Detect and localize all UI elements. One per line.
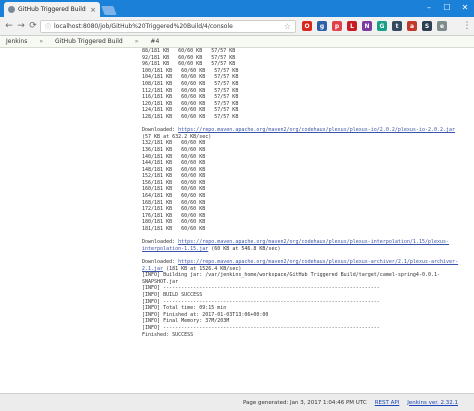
window-titlebar: GitHub Triggered Build #4 × – ☐ ✕ [0, 0, 474, 17]
onenote-icon[interactable]: N [362, 21, 372, 31]
console-output: 88/181 KB 60/60 KB 57/57 KB 92/181 KB 60/… [142, 48, 472, 388]
console-line: 160/181 KB 60/60 KB [142, 186, 206, 193]
tab-title: GitHub Triggered Build #4 [18, 6, 88, 13]
page-footer: Page generated: Jan 3, 2017 1:04:46 PM U… [0, 393, 474, 411]
artifact-link[interactable]: https://repo.maven.apache.org/maven2/org… [178, 259, 458, 265]
ghostery-icon[interactable]: g [317, 21, 327, 31]
breadcrumb-job[interactable]: GitHub Triggered Build [55, 38, 123, 45]
console-line: interpolation-1.15.jar (60 KB at 546.8 K… [142, 246, 472, 253]
console-text: (181 KB at 1526.4 KB/sec) [163, 265, 242, 272]
adblock-icon[interactable]: a [407, 21, 417, 31]
grammarly-icon[interactable]: G [377, 21, 387, 31]
breadcrumb-build[interactable]: #4 [150, 38, 159, 45]
lastpass-icon[interactable]: L [347, 21, 357, 31]
console-line: 116/181 KB 60/60 KB 57/57 KB [142, 94, 239, 101]
console-line: 100/181 KB 60/60 KB 57/57 KB [142, 67, 239, 74]
breadcrumb-separator: » [39, 38, 44, 45]
breadcrumb-jenkins[interactable]: Jenkins [6, 38, 27, 45]
console-line: 156/181 KB 60/60 KB [142, 179, 206, 186]
breadcrumb-separator: » [134, 38, 139, 45]
console-text: (60 KB at 546.8 KB/sec) [208, 245, 281, 252]
console-line: [INFO] ---------------------------------… [142, 324, 380, 331]
console-line: [INFO] Total time: 09:15 min [142, 305, 227, 312]
page-generated-text: Page generated: Jan 3, 2017 1:04:46 PM U… [242, 399, 367, 406]
console-line: 172/181 KB 60/60 KB [142, 206, 206, 213]
console-line: 112/181 KB 60/60 KB 57/57 KB [142, 87, 239, 94]
console-line: 132/181 KB 60/60 KB [142, 140, 206, 147]
console-line: 124/181 KB 60/60 KB 57/57 KB [142, 107, 239, 114]
console-line: 120/181 KB 60/60 KB 57/57 KB [142, 100, 239, 107]
maximize-button[interactable]: ☐ [438, 0, 456, 14]
jenkins-favicon-icon [8, 6, 15, 13]
console-line: [INFO] Building jar: /var/jenkins_home/w… [142, 272, 441, 279]
console-line: 180/181 KB 60/60 KB [142, 219, 206, 226]
console-line: 136/181 KB 60/60 KB [142, 146, 206, 153]
console-line: Downloaded: https://repo.maven.apache.or… [142, 239, 472, 246]
minimize-button[interactable]: – [420, 0, 438, 14]
console-line: [INFO] Finished at: 2017-01-03T13:06+00:… [142, 311, 269, 318]
reload-button[interactable]: ⟳ [27, 20, 39, 32]
console-text: Downloaded: [142, 259, 179, 265]
breadcrumb: Jenkins » GitHub Triggered Build » #4 [0, 36, 474, 48]
console-line: Downloaded: https://repo.maven.apache.or… [142, 259, 472, 266]
bookmark-star-icon[interactable]: ☆ [284, 22, 291, 31]
console-line: 152/181 KB 60/60 KB [142, 173, 206, 180]
console-line: 164/181 KB 60/60 KB [142, 193, 206, 200]
console-line: 92/181 KB 60/60 KB 57/57 KB [142, 54, 236, 61]
console-text: Downloaded: [142, 239, 179, 246]
console-line: 140/181 KB 60/60 KB [142, 153, 206, 160]
shield-icon[interactable]: S [422, 21, 432, 31]
console-line: 108/181 KB 60/60 KB 57/57 KB [142, 80, 239, 87]
console-line: Finished: SUCCESS [142, 331, 194, 338]
console-line: 168/181 KB 60/60 KB [142, 199, 206, 206]
console-line: SNAPSHOT.jar [142, 278, 179, 285]
console-text: Downloaded: [142, 127, 179, 134]
artifact-link[interactable]: https://repo.maven.apache.org/maven2/org… [178, 127, 455, 133]
new-tab-button[interactable] [101, 6, 117, 15]
console-line: 148/181 KB 60/60 KB [142, 166, 206, 173]
console-line: 128/181 KB 60/60 KB 57/57 KB [142, 113, 239, 120]
console-line: [INFO] ---------------------------------… [142, 298, 380, 305]
console-line: 181/181 KB 60/60 KB [142, 226, 206, 233]
console-line: 104/181 KB 60/60 KB 57/57 KB [142, 74, 239, 81]
browser-tab[interactable]: GitHub Triggered Build #4 × [4, 2, 100, 17]
tab-close-icon[interactable]: × [90, 6, 96, 14]
browser-menu-button[interactable]: ⋮ [461, 20, 473, 32]
back-button[interactable]: ← [3, 20, 15, 32]
console-line: [INFO] Final Memory: 37M/203M [142, 318, 230, 325]
address-bar[interactable]: ⓘ localhost:8080/job/GitHub%20Triggered%… [40, 20, 296, 33]
close-window-button[interactable]: ✕ [456, 0, 474, 14]
console-line: 144/181 KB 60/60 KB [142, 160, 206, 167]
tab-icon[interactable]: t [392, 21, 402, 31]
address-url[interactable]: localhost:8080/job/GitHub%20Triggered%20… [54, 23, 284, 30]
console-line: 2.1.jar (181 KB at 1526.4 KB/sec) [142, 266, 472, 273]
opera-icon[interactable]: O [302, 21, 312, 31]
artifact-link[interactable]: interpolation-1.15.jar [142, 246, 208, 252]
site-info-icon[interactable]: ⓘ [45, 22, 51, 31]
pocket-icon[interactable]: p [332, 21, 342, 31]
artifact-link[interactable]: https://repo.maven.apache.org/maven2/org… [178, 239, 449, 245]
console-line: 96/181 KB 60/60 KB 57/57 KB [142, 61, 236, 68]
artifact-link[interactable]: 2.1.jar [142, 266, 163, 272]
console-line: [INFO] BUILD SUCCESS [142, 291, 203, 298]
puzzle-icon[interactable]: e [437, 21, 447, 31]
console-line: (57 KB at 632.2 KB/sec) [142, 133, 212, 140]
console-line: 88/181 KB 60/60 KB 57/57 KB [142, 48, 236, 54]
rest-api-link[interactable]: REST API [375, 400, 400, 406]
console-line: Downloaded: https://repo.maven.apache.or… [142, 127, 472, 134]
jenkins-version-link[interactable]: Jenkins ver. 2.32.1 [407, 400, 458, 406]
browser-toolbar: ← → ⟳ ⓘ localhost:8080/job/GitHub%20Trig… [0, 17, 474, 36]
forward-button[interactable]: → [15, 20, 27, 32]
console-line: [INFO] ---------------------------------… [142, 285, 380, 292]
console-line: 176/181 KB 60/60 KB [142, 212, 206, 219]
